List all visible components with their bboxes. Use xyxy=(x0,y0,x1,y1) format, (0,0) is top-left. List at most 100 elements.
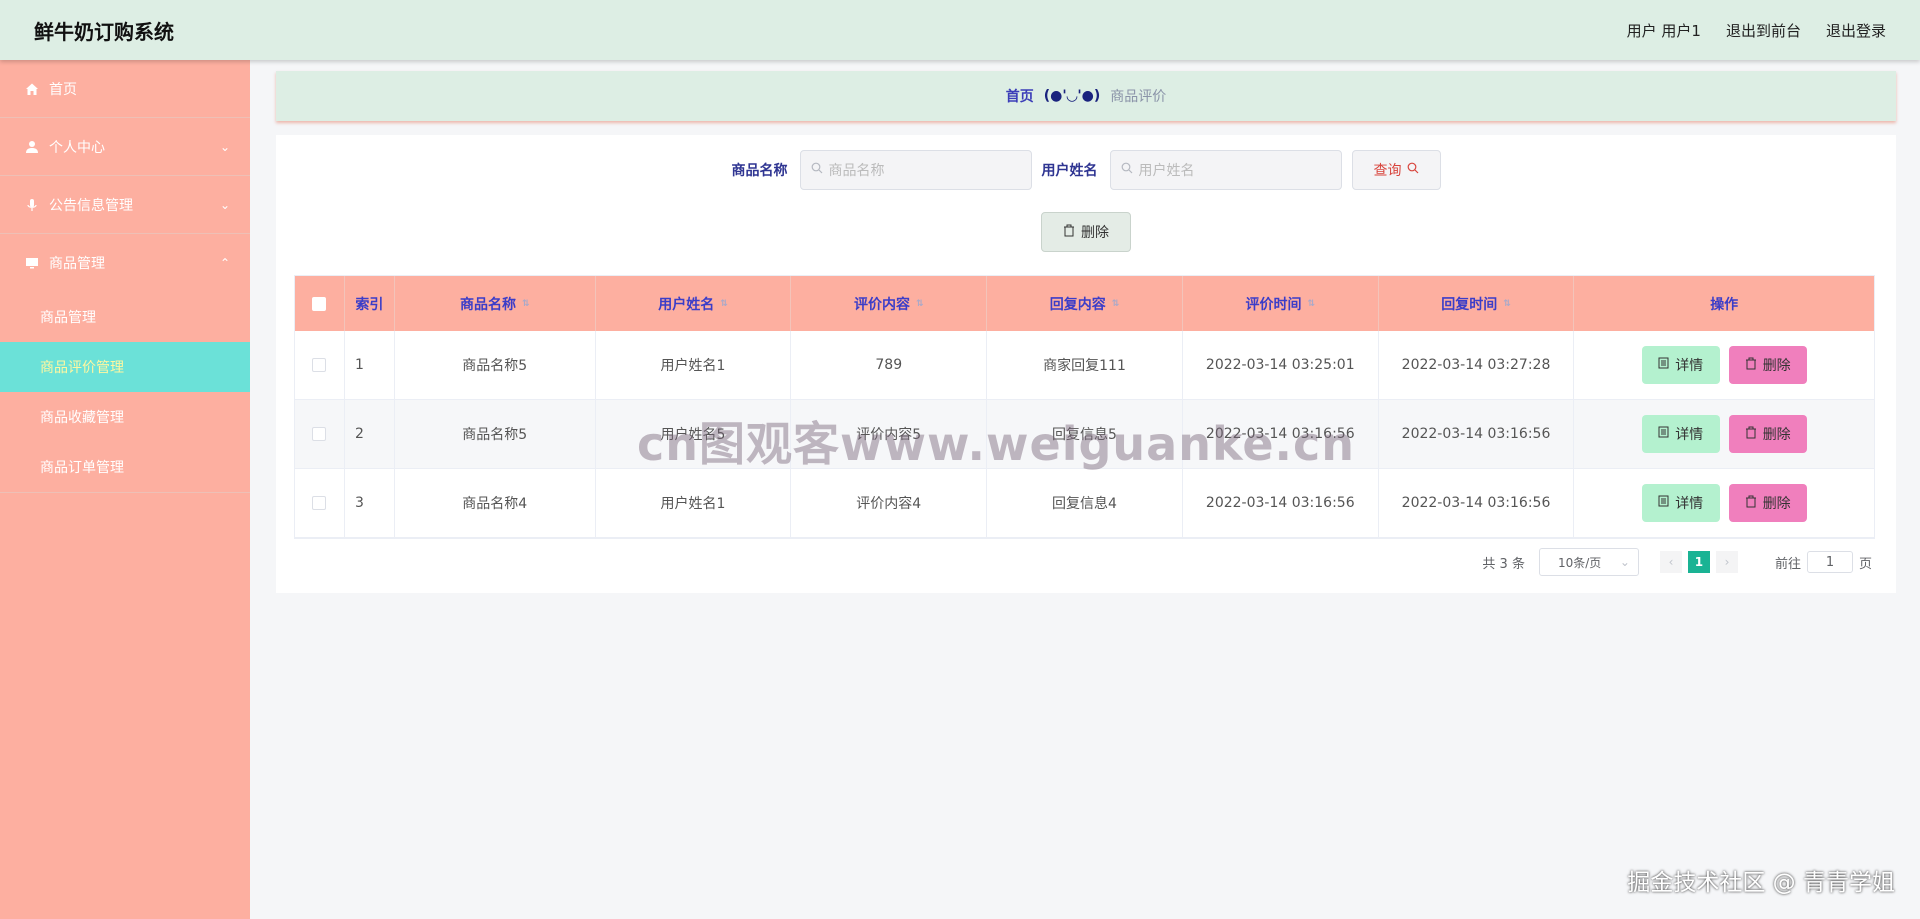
table-row: 1 商品名称5 用户姓名1 789 商家回复111 2022-03-14 03:… xyxy=(295,331,1874,400)
app-title: 鲜牛奶订购系统 xyxy=(34,19,174,44)
sidebar-item-product-management[interactable]: 商品管理 ⌃ xyxy=(0,234,250,292)
sidebar-item-label: 个人中心 xyxy=(49,139,105,156)
trash-icon xyxy=(1745,495,1757,512)
user-name-placeholder: 用户姓名 xyxy=(1138,163,1195,179)
header-product-name[interactable]: 商品名称 ⇅ xyxy=(395,276,596,331)
chevron-down-icon: ⌄ xyxy=(219,139,230,154)
product-submenu: 商品管理 商品评价管理 商品收藏管理 商品订单管理 xyxy=(0,292,250,493)
cell-reply-time: 2022-03-14 03:27:28 xyxy=(1379,331,1575,399)
document-icon xyxy=(1658,357,1669,373)
cell-actions: 详情 删除 xyxy=(1574,400,1874,468)
header-reply-content[interactable]: 回复内容 ⇅ xyxy=(987,276,1183,331)
goto-page-input[interactable]: 1 xyxy=(1806,551,1853,573)
search-icon xyxy=(1121,162,1133,178)
header-user-name[interactable]: 用户姓名 ⇅ xyxy=(596,276,792,331)
bulk-action-row: 删除 xyxy=(276,212,1896,252)
sort-icon: ⇅ xyxy=(915,298,924,309)
trash-icon xyxy=(1745,426,1757,443)
header-label: 评价内容 xyxy=(853,296,910,313)
cell-actions: 详情 删除 xyxy=(1574,331,1874,399)
breadcrumb-current: 商品评价 xyxy=(1110,89,1167,105)
microphone-icon xyxy=(24,197,40,213)
cell-product-name: 商品名称4 xyxy=(395,469,596,537)
row-select-cell xyxy=(295,469,345,537)
select-all-checkbox[interactable] xyxy=(312,296,327,311)
chevron-down-icon: ⌄ xyxy=(219,197,230,212)
product-name-placeholder: 商品名称 xyxy=(828,163,885,179)
pagination: 共 3 条 10条/页 ⌄ ‹ 1 › 前往 1 页 xyxy=(1482,548,1872,576)
header-reply-time[interactable]: 回复时间 ⇅ xyxy=(1379,276,1575,331)
user-name-input[interactable]: 用户姓名 xyxy=(1109,150,1342,190)
detail-button-label: 详情 xyxy=(1675,427,1704,443)
prev-page-button[interactable]: ‹ xyxy=(1659,551,1682,573)
breadcrumb-home-link[interactable]: 首页 xyxy=(1006,86,1034,106)
detail-button[interactable]: 详情 xyxy=(1641,346,1720,384)
submenu-product-review-management[interactable]: 商品评价管理 xyxy=(0,342,250,392)
cell-reply-time: 2022-03-14 03:16:56 xyxy=(1379,400,1575,468)
submenu-product-favorites-management[interactable]: 商品收藏管理 xyxy=(0,392,250,442)
document-icon xyxy=(1658,426,1669,442)
cell-reply-content: 回复信息4 xyxy=(987,469,1183,537)
delete-button-label: 删除 xyxy=(1762,496,1791,512)
cell-review-time: 2022-03-14 03:16:56 xyxy=(1183,400,1379,468)
cell-index: 1 xyxy=(345,331,395,399)
detail-button[interactable]: 详情 xyxy=(1641,415,1720,453)
query-button[interactable]: 查询 xyxy=(1351,150,1441,190)
user-icon xyxy=(24,139,40,155)
cell-reply-time: 2022-03-14 03:16:56 xyxy=(1379,469,1575,537)
sidebar-item-label: 商品管理 xyxy=(49,256,105,272)
monitor-icon xyxy=(24,255,40,271)
row-checkbox[interactable] xyxy=(312,358,327,372)
delete-button[interactable]: 删除 xyxy=(1728,415,1807,453)
cell-index: 3 xyxy=(345,469,395,537)
header-actions: 操作 xyxy=(1710,296,1739,313)
delete-button-label: 删除 xyxy=(1762,358,1791,374)
cell-review-time: 2022-03-14 03:25:01 xyxy=(1183,331,1379,399)
cell-product-name: 商品名称5 xyxy=(395,400,596,468)
query-button-label: 查询 xyxy=(1373,163,1402,179)
submenu-product-management[interactable]: 商品管理 xyxy=(0,292,250,342)
breadcrumb: 首页 (●'◡'●) 商品评价 xyxy=(276,71,1896,121)
sort-icon: ⇅ xyxy=(521,298,530,309)
delete-button-label: 删除 xyxy=(1762,427,1791,443)
next-page-button[interactable]: › xyxy=(1715,551,1738,573)
cell-user-name: 用户姓名1 xyxy=(596,331,792,399)
detail-button[interactable]: 详情 xyxy=(1641,484,1720,522)
content-card: 商品名称 商品名称 用户姓名 用户姓名 查询 删除 索引 商品名称 ⇅ 用户姓名… xyxy=(276,135,1896,593)
select-all-cell xyxy=(295,276,345,331)
page-size-select[interactable]: 10条/页 ⌄ xyxy=(1538,548,1639,576)
sidebar-item-home[interactable]: 首页 xyxy=(0,60,250,118)
chevron-up-icon: ⌃ xyxy=(219,256,230,270)
header-review-time[interactable]: 评价时间 ⇅ xyxy=(1183,276,1379,331)
search-icon xyxy=(811,162,823,178)
row-checkbox[interactable] xyxy=(312,496,327,510)
delete-button[interactable]: 删除 xyxy=(1728,484,1807,522)
sort-icon: ⇅ xyxy=(1503,298,1511,309)
pagination-total: 共 3 条 xyxy=(1482,556,1525,572)
logout-link[interactable]: 退出登录 xyxy=(1826,20,1886,41)
cell-review-content: 评价内容4 xyxy=(791,469,988,537)
header-review-content[interactable]: 评价内容 ⇅ xyxy=(791,276,988,331)
goto-label: 前往 xyxy=(1774,556,1801,572)
detail-button-label: 详情 xyxy=(1675,496,1704,512)
search-icon xyxy=(1407,162,1419,178)
sidebar-item-personal-center[interactable]: 个人中心 ⌄ xyxy=(0,118,250,176)
table-header: 索引 商品名称 ⇅ 用户姓名 ⇅ 评价内容 ⇅ 回复内容 ⇅ 评价时间 ⇅ 回复时间 ⇅ 操… xyxy=(295,276,1874,331)
bulk-delete-button[interactable]: 删除 xyxy=(1041,212,1131,252)
cell-user-name: 用户姓名5 xyxy=(596,400,792,468)
page-number-button[interactable]: 1 xyxy=(1687,551,1710,573)
user-name-label: 用户姓名 xyxy=(1041,163,1098,179)
sidebar-item-announcement[interactable]: 公告信息管理 ⌄ xyxy=(0,176,250,234)
header-label: 评价时间 xyxy=(1245,296,1302,313)
table-row: 2 商品名称5 用户姓名5 评价内容5 回复信息5 2022-03-14 03:… xyxy=(295,400,1874,469)
row-checkbox[interactable] xyxy=(312,427,327,441)
detail-button-label: 详情 xyxy=(1675,358,1704,374)
exit-to-frontend-link[interactable]: 退出到前台 xyxy=(1726,20,1801,41)
delete-button[interactable]: 删除 xyxy=(1728,346,1807,384)
trash-icon xyxy=(1063,224,1075,241)
home-icon xyxy=(24,81,40,97)
sort-icon: ⇅ xyxy=(1111,298,1120,309)
submenu-product-order-management[interactable]: 商品订单管理 xyxy=(0,442,250,492)
product-name-input[interactable]: 商品名称 xyxy=(799,150,1032,190)
current-user-link[interactable]: 用户 用户1 xyxy=(1627,20,1701,41)
